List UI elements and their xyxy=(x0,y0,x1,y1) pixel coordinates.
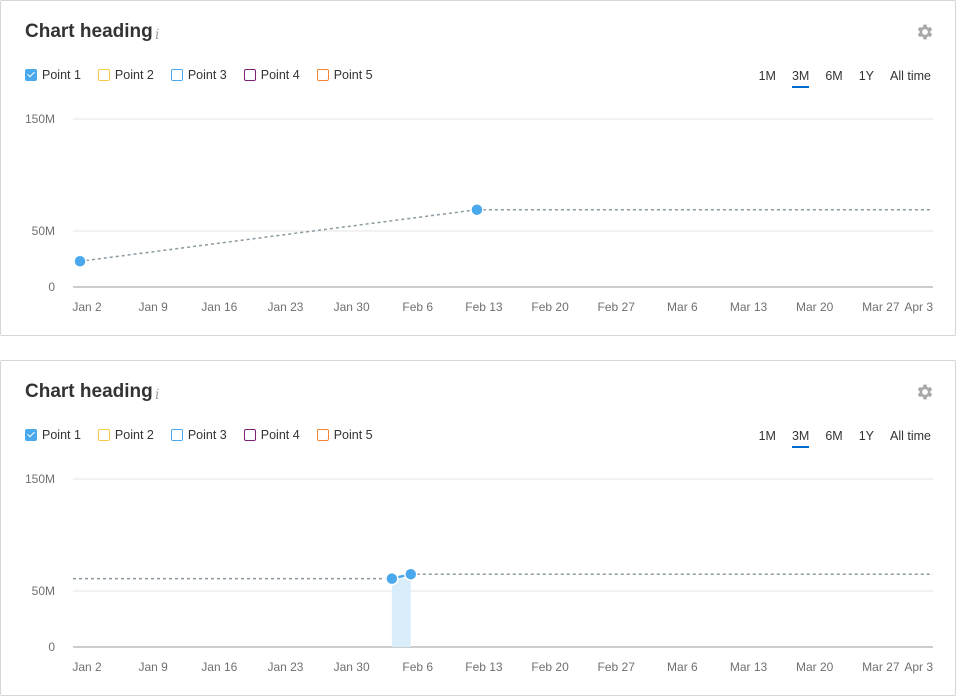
legend-item[interactable]: Point 5 xyxy=(316,427,373,443)
y-tick-label: 50M xyxy=(32,584,55,598)
y-tick-label: 150M xyxy=(25,472,55,486)
line-chart: 0 50M 150M Jan 2 Jan 9 Jan 16 Jan 23 Jan 30 Feb … xyxy=(25,472,933,674)
legend-item[interactable]: Point 4 xyxy=(243,427,300,443)
chart-heading: Chart heading xyxy=(25,21,153,42)
legend-checkbox[interactable] xyxy=(170,429,183,441)
range-option-1m[interactable]: 1M xyxy=(759,69,776,88)
range-option-1y[interactable]: 1Y xyxy=(859,69,874,88)
data-point xyxy=(470,202,484,217)
legend-label: Point 3 xyxy=(187,428,227,442)
chart-card: Chart heading i Point 1 Point 2 Point 3 Poi… xyxy=(0,360,956,696)
range-option-1y[interactable]: 1Y xyxy=(859,429,874,448)
y-tick-label: 50M xyxy=(32,224,55,238)
x-tick-label: Mar 27 xyxy=(862,660,900,674)
legend: Point 1 Point 2 Point 3 Point 4 Point 5 xyxy=(25,67,390,83)
x-tick-label: Jan 2 xyxy=(72,300,102,314)
legend-item[interactable]: Point 1 xyxy=(25,427,81,443)
legend-checkbox[interactable] xyxy=(170,69,183,81)
range-option-6m[interactable]: 6M xyxy=(825,429,842,448)
x-tick-label: Jan 30 xyxy=(334,660,370,674)
x-tick-label: Jan 16 xyxy=(201,300,237,314)
x-tick-label: Feb 13 xyxy=(465,300,503,314)
y-tick-label: 0 xyxy=(48,280,55,294)
legend-label: Point 1 xyxy=(42,68,81,82)
legend-checkbox[interactable] xyxy=(316,69,329,81)
legend-checkbox[interactable] xyxy=(316,429,329,441)
x-tick-label: Apr 3 xyxy=(904,660,933,674)
range-selector: 1M 3M 6M 1Y All time xyxy=(743,429,931,448)
x-tick-label: Feb 20 xyxy=(531,660,569,674)
y-tick-label: 0 xyxy=(48,640,55,654)
x-tick-label: Jan 9 xyxy=(138,300,168,314)
x-tick-label: Mar 20 xyxy=(796,300,834,314)
range-option-3m[interactable]: 3M xyxy=(791,429,810,448)
legend-checkbox[interactable] xyxy=(97,429,110,441)
gear-icon[interactable] xyxy=(915,22,935,42)
x-tick-label: Jan 23 xyxy=(267,660,303,674)
x-tick-label: Feb 27 xyxy=(598,300,636,314)
x-tick-label: Mar 6 xyxy=(667,660,698,674)
x-tick-label: Mar 13 xyxy=(730,300,768,314)
data-point xyxy=(404,567,418,581)
legend-item[interactable]: Point 5 xyxy=(316,67,373,83)
legend-checkbox[interactable] xyxy=(243,69,256,81)
legend-checkbox[interactable] xyxy=(25,429,37,441)
x-tick-label: Mar 6 xyxy=(667,300,698,314)
legend-label: Point 5 xyxy=(333,68,373,82)
x-tick-label: Feb 6 xyxy=(402,300,433,314)
x-tick-label: Mar 20 xyxy=(796,660,834,674)
legend-item[interactable]: Point 2 xyxy=(97,67,154,83)
x-tick-label: Jan 30 xyxy=(334,300,370,314)
line-chart: 0 50M 150M Jan 2 Jan 9 Jan 16 Jan 23 Jan 30 Feb … xyxy=(25,112,933,314)
legend: Point 1 Point 2 Point 3 Point 4 Point 5 xyxy=(25,427,390,443)
legend-label: Point 2 xyxy=(114,68,154,82)
legend-checkbox[interactable] xyxy=(97,69,110,81)
x-tick-label: Feb 20 xyxy=(531,300,569,314)
range-option-3m[interactable]: 3M xyxy=(791,69,810,88)
legend-item[interactable]: Point 1 xyxy=(25,67,81,83)
x-tick-label: Feb 27 xyxy=(598,660,636,674)
range-option-6m[interactable]: 6M xyxy=(825,69,842,88)
range-option-all-time[interactable]: All time xyxy=(890,429,931,448)
info-icon[interactable]: i xyxy=(155,387,159,403)
legend-item[interactable]: Point 2 xyxy=(97,427,154,443)
range-option-all-time[interactable]: All time xyxy=(890,69,931,88)
legend-label: Point 1 xyxy=(42,428,81,442)
x-tick-label: Mar 27 xyxy=(862,300,900,314)
legend-item[interactable]: Point 4 xyxy=(243,67,300,83)
legend-checkbox[interactable] xyxy=(25,69,37,81)
x-tick-label: Jan 16 xyxy=(201,660,237,674)
x-tick-label: Feb 6 xyxy=(402,660,433,674)
x-tick-label: Apr 3 xyxy=(904,300,933,314)
chart-card: Chart heading i Point 1 Point 2 Point 3 Poi… xyxy=(0,0,956,336)
legend-label: Point 3 xyxy=(187,68,227,82)
y-tick-label: 150M xyxy=(25,112,55,126)
legend-item[interactable]: Point 3 xyxy=(170,427,227,443)
gear-icon[interactable] xyxy=(915,382,935,402)
x-tick-label: Jan 2 xyxy=(72,660,102,674)
data-point xyxy=(385,571,399,586)
legend-item[interactable]: Point 3 xyxy=(170,67,227,83)
legend-label: Point 5 xyxy=(333,428,373,442)
x-tick-label: Feb 13 xyxy=(465,660,503,674)
data-point xyxy=(73,254,87,268)
info-icon[interactable]: i xyxy=(155,27,159,43)
legend-label: Point 4 xyxy=(260,68,300,82)
series-line xyxy=(79,208,478,262)
chart-heading: Chart heading xyxy=(25,381,153,402)
highlight-band xyxy=(391,578,411,647)
x-tick-label: Jan 9 xyxy=(138,660,168,674)
legend-label: Point 2 xyxy=(114,428,154,442)
legend-label: Point 4 xyxy=(260,428,300,442)
range-option-1m[interactable]: 1M xyxy=(759,429,776,448)
legend-checkbox[interactable] xyxy=(243,429,256,441)
x-tick-label: Jan 23 xyxy=(267,300,303,314)
x-tick-label: Mar 13 xyxy=(730,660,768,674)
range-selector: 1M 3M 6M 1Y All time xyxy=(743,69,931,88)
